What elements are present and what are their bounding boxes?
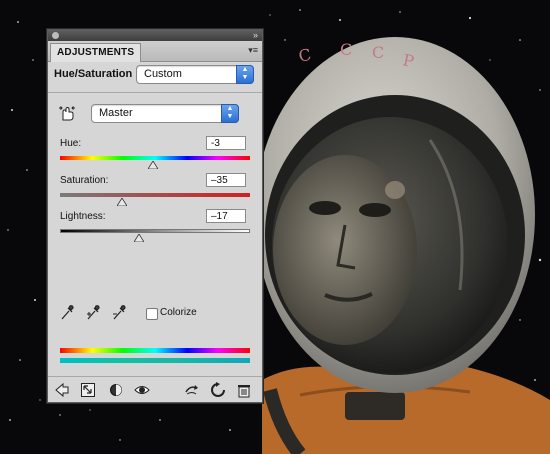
adjustments-panel: » ADJUSTMENTS ▾≡ Hue/Saturation Custom ▲… bbox=[47, 29, 263, 403]
eyedropper-plus-icon[interactable] bbox=[86, 305, 100, 321]
panel-tabbar: ADJUSTMENTS ▾≡ bbox=[48, 41, 262, 62]
lightness-input[interactable]: –17 bbox=[206, 209, 246, 223]
expand-view-icon[interactable] bbox=[80, 382, 96, 398]
channel-dropdown[interactable]: Master ▲ ▼ bbox=[91, 104, 239, 123]
hand-adjust-icon[interactable] bbox=[58, 104, 76, 122]
input-color-bar bbox=[60, 348, 250, 353]
saturation-slider-track[interactable] bbox=[60, 193, 250, 197]
adjustment-title: Hue/Saturation bbox=[54, 68, 133, 80]
visibility-eye-icon[interactable] bbox=[134, 382, 150, 398]
delete-icon[interactable] bbox=[236, 382, 252, 398]
panel-bottom-toolbar bbox=[48, 376, 262, 403]
colorize-label: Colorize bbox=[160, 307, 197, 318]
saturation-input[interactable]: –35 bbox=[206, 173, 246, 187]
panel-menu-icon[interactable]: ▾≡ bbox=[248, 45, 258, 55]
tab-adjustments[interactable]: ADJUSTMENTS bbox=[50, 43, 142, 62]
view-previous-icon[interactable] bbox=[184, 382, 200, 398]
eyedropper-icon[interactable] bbox=[60, 305, 74, 321]
divider bbox=[48, 92, 262, 93]
reset-icon[interactable] bbox=[210, 382, 226, 398]
panel-chrome[interactable]: » bbox=[48, 30, 262, 41]
hue-label: Hue: bbox=[60, 138, 82, 149]
svg-text:С: С bbox=[372, 43, 384, 62]
dropdown-arrows-icon: ▲ ▼ bbox=[221, 104, 239, 123]
channel-value: Master bbox=[99, 107, 133, 119]
dropdown-arrows-icon: ▲ ▼ bbox=[236, 65, 254, 84]
hue-slider-track[interactable] bbox=[60, 156, 250, 160]
close-icon[interactable] bbox=[52, 32, 59, 39]
hue-input[interactable]: -3 bbox=[206, 136, 246, 150]
preset-dropdown[interactable]: Custom ▲ ▼ bbox=[136, 65, 254, 84]
collapse-icon[interactable]: » bbox=[253, 30, 258, 41]
lightness-label: Lightness: bbox=[60, 211, 106, 222]
saturation-label: Saturation: bbox=[60, 175, 109, 186]
eyedropper-minus-icon[interactable] bbox=[112, 305, 126, 321]
clip-layer-icon[interactable] bbox=[108, 382, 124, 398]
preset-value: Custom bbox=[144, 68, 182, 80]
colorize-checkbox[interactable] bbox=[146, 308, 158, 320]
back-arrow-icon[interactable] bbox=[54, 382, 70, 398]
svg-text:С: С bbox=[340, 40, 352, 59]
output-color-bar bbox=[60, 358, 250, 363]
lightness-slider-track[interactable] bbox=[60, 229, 250, 233]
